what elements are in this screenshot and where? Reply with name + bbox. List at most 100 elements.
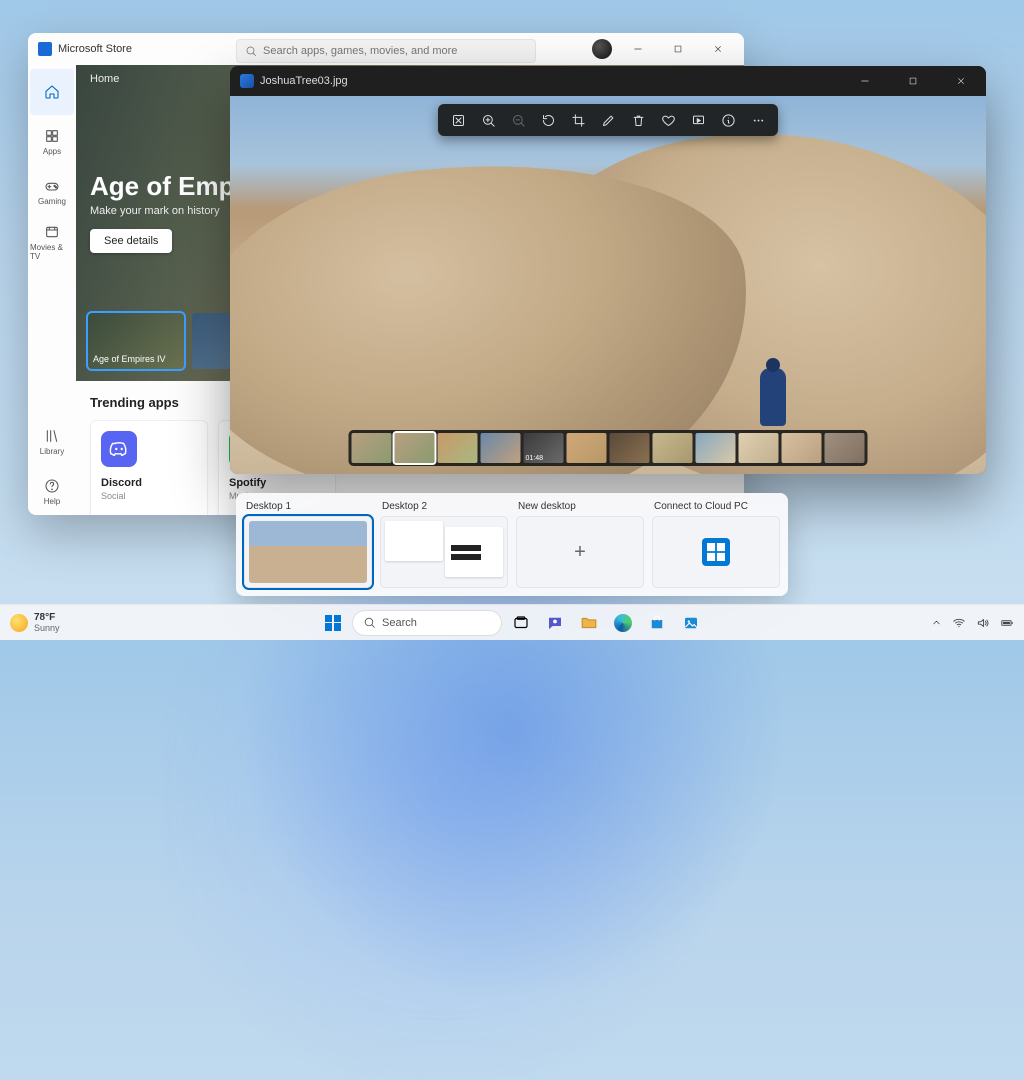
store-logo-icon <box>38 42 52 56</box>
taskbar-search[interactable]: Search <box>352 610 502 636</box>
hero-thumb-label: Age of Empires IV <box>93 354 166 364</box>
nav-help[interactable]: Help <box>30 469 74 515</box>
maximize-button[interactable] <box>658 35 698 63</box>
virtual-desktop-1[interactable]: Desktop 1 <box>244 501 372 588</box>
desktop-label: Desktop 1 <box>244 501 372 512</box>
zoom-out-icon[interactable] <box>504 106 532 134</box>
cloud-pc-button[interactable]: Connect to Cloud PC <box>652 501 780 588</box>
desktop-label: Desktop 2 <box>380 501 508 512</box>
filmstrip-thumb[interactable] <box>567 433 607 463</box>
weather-widget[interactable]: 78°F Sunny <box>10 612 60 633</box>
close-button[interactable] <box>940 67 982 95</box>
photos-titlebar[interactable]: JoshuaTree03.jpg <box>230 66 986 96</box>
task-view-tray: Desktop 1 Desktop 2 New desktop + Connec… <box>236 493 788 596</box>
store-button[interactable] <box>642 608 672 638</box>
breadcrumb: Home <box>90 73 119 85</box>
close-button[interactable] <box>698 35 738 63</box>
system-tray[interactable] <box>931 616 1014 630</box>
battery-icon[interactable] <box>1000 616 1014 630</box>
photos-toolbar <box>438 104 778 136</box>
chat-button[interactable] <box>540 608 570 638</box>
movies-icon <box>44 224 60 240</box>
photos-button[interactable] <box>676 608 706 638</box>
search-label: Search <box>382 617 417 629</box>
search-icon <box>245 45 257 57</box>
filmstrip-thumb[interactable] <box>481 433 521 463</box>
filmstrip-thumb-video[interactable]: 01:48 <box>524 433 564 463</box>
filmstrip-thumb[interactable] <box>438 433 478 463</box>
hero-thumb[interactable]: Age of Empires IV <box>88 313 184 369</box>
desktop-label: Connect to Cloud PC <box>652 501 780 512</box>
photo-viewport[interactable]: 01:48 <box>230 96 986 474</box>
weather-temp: 78°F <box>34 612 60 623</box>
help-icon <box>44 478 60 494</box>
volume-icon[interactable] <box>976 616 990 630</box>
library-icon <box>44 428 60 444</box>
chevron-up-icon[interactable] <box>931 617 942 628</box>
minimize-button[interactable] <box>844 67 886 95</box>
new-desktop-tile[interactable]: + <box>516 516 644 588</box>
photo-subject <box>760 368 786 426</box>
filmstrip-thumb[interactable] <box>782 433 822 463</box>
start-button[interactable] <box>318 608 348 638</box>
wifi-icon[interactable] <box>952 616 966 630</box>
user-avatar[interactable] <box>592 39 612 59</box>
cloud-pc-icon <box>702 538 730 566</box>
gaming-icon <box>44 178 60 194</box>
filmstrip-thumb[interactable] <box>739 433 779 463</box>
apps-icon <box>44 128 60 144</box>
cloud-pc-tile[interactable] <box>652 516 780 588</box>
task-view-button[interactable] <box>506 608 536 638</box>
nav-label: Library <box>40 447 64 456</box>
search-icon <box>363 616 376 629</box>
taskbar-center: Search <box>318 608 706 638</box>
photos-filmstrip: 01:48 <box>349 430 868 466</box>
weather-condition: Sunny <box>34 623 60 633</box>
store-search-input[interactable]: Search apps, games, movies, and more <box>236 39 536 63</box>
slideshow-icon[interactable] <box>684 106 712 134</box>
taskbar: 78°F Sunny Search <box>0 604 1024 640</box>
zoom-in-icon[interactable] <box>474 106 502 134</box>
minimize-button[interactable] <box>618 35 658 63</box>
store-titlebar[interactable]: Microsoft Store Search apps, games, movi… <box>28 33 744 65</box>
maximize-button[interactable] <box>892 67 934 95</box>
plus-icon: + <box>574 541 586 564</box>
card-name: Discord <box>101 477 197 489</box>
fit-to-window-icon[interactable] <box>444 106 472 134</box>
edit-icon[interactable] <box>594 106 622 134</box>
nav-label: Gaming <box>38 197 66 206</box>
photos-filename: JoshuaTree03.jpg <box>260 75 348 87</box>
app-card-discord[interactable]: Discord Social <box>90 420 208 515</box>
filmstrip-thumb[interactable] <box>395 433 435 463</box>
nav-home[interactable] <box>30 69 74 115</box>
more-icon[interactable] <box>744 106 772 134</box>
filmstrip-thumb[interactable] <box>653 433 693 463</box>
desktop-preview[interactable] <box>244 516 372 588</box>
nav-library[interactable]: Library <box>30 419 74 465</box>
store-sidebar: Apps Gaming Movies & TV Library Help <box>28 65 76 515</box>
edge-icon <box>614 614 632 632</box>
see-details-button[interactable]: See details <box>90 229 172 253</box>
windows-icon <box>325 615 341 631</box>
filmstrip-thumb[interactable] <box>352 433 392 463</box>
filmstrip-thumb[interactable] <box>610 433 650 463</box>
edge-button[interactable] <box>608 608 638 638</box>
desktop-label: New desktop <box>516 501 644 512</box>
info-icon[interactable] <box>714 106 742 134</box>
card-category: Social <box>101 491 197 501</box>
filmstrip-thumb[interactable] <box>825 433 865 463</box>
nav-apps[interactable]: Apps <box>30 119 74 165</box>
favorite-icon[interactable] <box>654 106 682 134</box>
crop-icon[interactable] <box>564 106 592 134</box>
virtual-desktop-2[interactable]: Desktop 2 <box>380 501 508 588</box>
desktop-preview[interactable] <box>380 516 508 588</box>
rotate-icon[interactable] <box>534 106 562 134</box>
new-desktop-button[interactable]: New desktop + <box>516 501 644 588</box>
delete-icon[interactable] <box>624 106 652 134</box>
filmstrip-thumb[interactable] <box>696 433 736 463</box>
nav-movies[interactable]: Movies & TV <box>30 219 74 265</box>
explorer-button[interactable] <box>574 608 604 638</box>
nav-label: Movies & TV <box>30 243 74 261</box>
nav-gaming[interactable]: Gaming <box>30 169 74 215</box>
store-title: Microsoft Store <box>58 43 132 55</box>
